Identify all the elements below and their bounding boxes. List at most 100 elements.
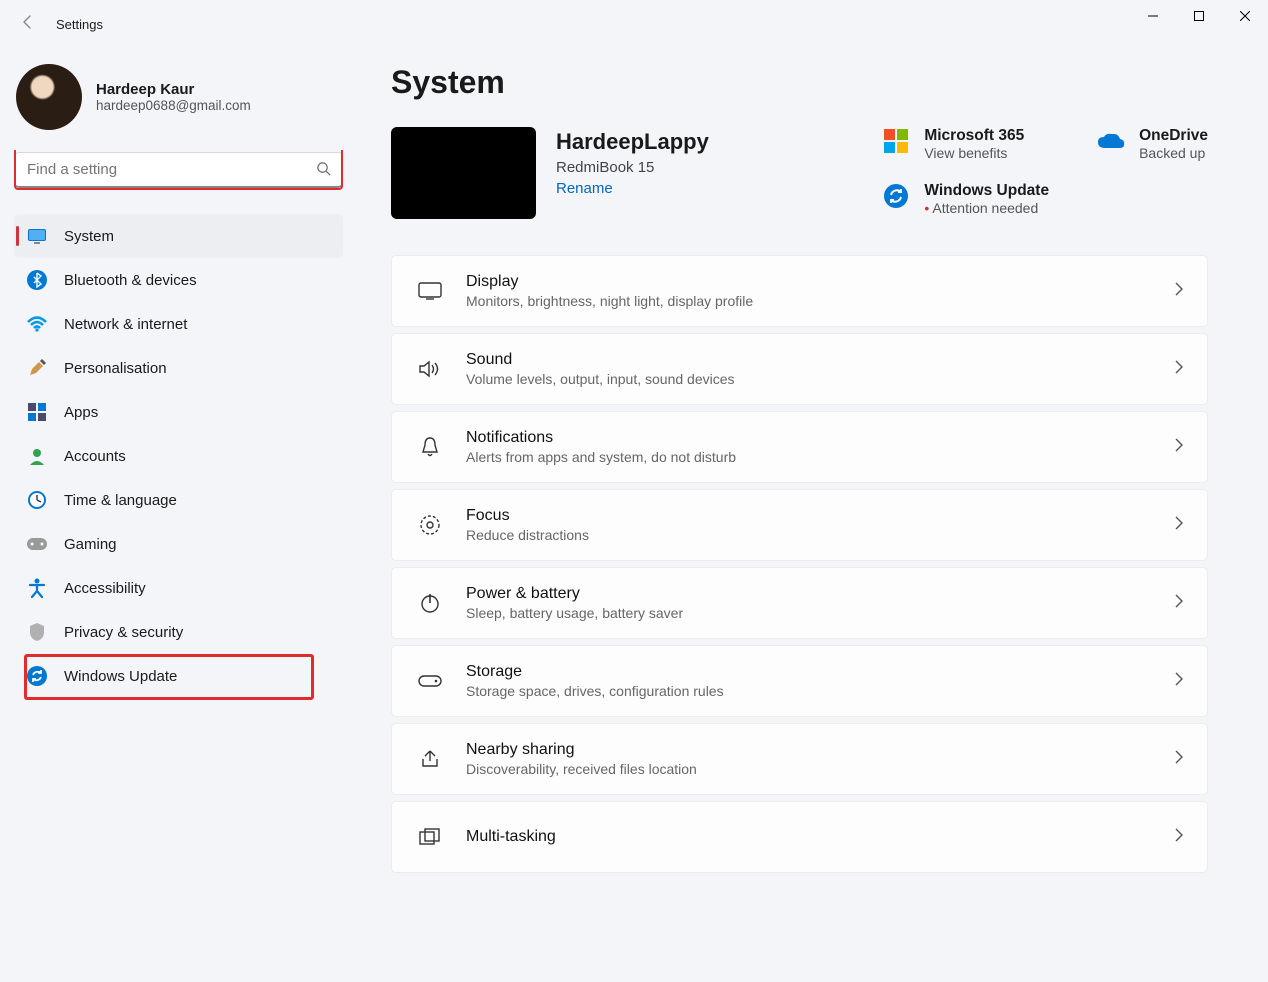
onedrive-icon xyxy=(1097,127,1125,155)
row-title: Focus xyxy=(466,507,1153,525)
sidebar-item-time[interactable]: Time & language xyxy=(14,478,343,522)
display-icon xyxy=(416,277,444,305)
sidebar-item-personalisation[interactable]: Personalisation xyxy=(14,346,343,390)
row-title: Sound xyxy=(466,351,1153,369)
chevron-right-icon xyxy=(1175,360,1183,379)
sidebar-item-apps[interactable]: Apps xyxy=(14,390,343,434)
sidebar-item-label: Privacy & security xyxy=(64,624,183,641)
status-sub: View benefits xyxy=(924,145,1024,161)
power-icon xyxy=(416,589,444,617)
row-sub: Storage space, drives, configuration rul… xyxy=(466,683,1153,699)
row-sub: Monitors, brightness, night light, displ… xyxy=(466,293,1153,309)
setting-focus[interactable]: Focus Reduce distractions xyxy=(391,489,1208,561)
chevron-right-icon xyxy=(1175,828,1183,847)
sound-icon xyxy=(416,355,444,383)
sidebar-item-accessibility[interactable]: Accessibility xyxy=(14,566,343,610)
microsoft-icon xyxy=(882,127,910,155)
system-icon xyxy=(26,225,48,247)
row-sub: Volume levels, output, input, sound devi… xyxy=(466,371,1153,387)
status-sub: Attention needed xyxy=(924,200,1049,216)
sidebar-item-bluetooth[interactable]: Bluetooth & devices xyxy=(14,258,343,302)
sidebar-item-label: Accessibility xyxy=(64,580,146,597)
sidebar-item-accounts[interactable]: Accounts xyxy=(14,434,343,478)
setting-sound[interactable]: Sound Volume levels, output, input, sound… xyxy=(391,333,1208,405)
row-title: Power & battery xyxy=(466,585,1153,603)
setting-notifications[interactable]: Notifications Alerts from apps and system… xyxy=(391,411,1208,483)
bell-icon xyxy=(416,433,444,461)
status-sub: Backed up xyxy=(1139,145,1208,161)
close-button[interactable] xyxy=(1222,0,1268,32)
main-content: System HardeepLappy RedmiBook 15 Rename … xyxy=(355,48,1268,982)
setting-multitasking[interactable]: Multi-tasking xyxy=(391,801,1208,873)
user-email: hardeep0688@gmail.com xyxy=(96,98,251,113)
row-sub: Alerts from apps and system, do not dist… xyxy=(466,449,1153,465)
paint-icon xyxy=(26,357,48,379)
sidebar: Hardeep Kaur hardeep0688@gmail.com Syste… xyxy=(0,48,355,982)
row-title: Notifications xyxy=(466,429,1153,447)
wifi-icon xyxy=(26,313,48,335)
rename-link[interactable]: Rename xyxy=(556,180,613,197)
storage-icon xyxy=(416,667,444,695)
apps-icon xyxy=(26,401,48,423)
row-sub: Sleep, battery usage, battery saver xyxy=(466,605,1153,621)
chevron-right-icon xyxy=(1175,516,1183,535)
status-microsoft365[interactable]: Microsoft 365 View benefits xyxy=(882,127,1049,164)
gaming-icon xyxy=(26,533,48,555)
search-input[interactable] xyxy=(14,152,343,188)
maximize-button[interactable] xyxy=(1176,0,1222,32)
page-title: System xyxy=(391,64,1208,101)
status-windows-update[interactable]: Windows Update Attention needed xyxy=(882,182,1049,219)
titlebar: Settings xyxy=(0,0,1268,48)
chevron-right-icon xyxy=(1175,282,1183,301)
row-title: Multi-tasking xyxy=(466,828,1153,846)
update-icon xyxy=(26,665,48,687)
status-title: Microsoft 365 xyxy=(924,127,1024,145)
sidebar-item-label: Gaming xyxy=(64,536,117,553)
user-card[interactable]: Hardeep Kaur hardeep0688@gmail.com xyxy=(14,64,343,130)
sidebar-item-windows-update[interactable]: Windows Update xyxy=(14,654,343,698)
setting-power[interactable]: Power & battery Sleep, battery usage, bat… xyxy=(391,567,1208,639)
sidebar-item-label: Windows Update xyxy=(64,668,177,685)
sidebar-item-label: Personalisation xyxy=(64,360,167,377)
window-controls xyxy=(1130,0,1268,32)
row-title: Storage xyxy=(466,663,1153,681)
bluetooth-icon xyxy=(26,269,48,291)
row-sub: Reduce distractions xyxy=(466,527,1153,543)
setting-display[interactable]: DisplayMonitors, brightness, night light… xyxy=(391,255,1208,327)
status-onedrive[interactable]: OneDrive Backed up xyxy=(1097,127,1208,164)
avatar xyxy=(16,64,82,130)
chevron-right-icon xyxy=(1175,672,1183,691)
setting-nearby-sharing[interactable]: Nearby sharing Discoverability, received … xyxy=(391,723,1208,795)
app-title: Settings xyxy=(56,17,103,32)
chevron-right-icon xyxy=(1175,750,1183,769)
sidebar-item-privacy[interactable]: Privacy & security xyxy=(14,610,343,654)
share-icon xyxy=(416,745,444,773)
device-model: RedmiBook 15 xyxy=(556,159,709,176)
minimize-button[interactable] xyxy=(1130,0,1176,32)
back-button[interactable] xyxy=(8,14,48,35)
accessibility-icon xyxy=(26,577,48,599)
clock-icon xyxy=(26,489,48,511)
row-sub: Discoverability, received files location xyxy=(466,761,1153,777)
sidebar-item-system[interactable]: System xyxy=(14,214,343,258)
user-name: Hardeep Kaur xyxy=(96,81,251,98)
chevron-right-icon xyxy=(1175,594,1183,613)
accounts-icon xyxy=(26,445,48,467)
device-thumbnail xyxy=(391,127,536,219)
multitask-icon xyxy=(416,823,444,851)
shield-icon xyxy=(26,621,48,643)
sidebar-item-label: Time & language xyxy=(64,492,177,509)
sidebar-item-gaming[interactable]: Gaming xyxy=(14,522,343,566)
device-name: HardeepLappy xyxy=(556,129,709,155)
sidebar-item-label: System xyxy=(64,228,114,245)
sidebar-item-label: Bluetooth & devices xyxy=(64,272,197,289)
setting-storage[interactable]: Storage Storage space, drives, configurat… xyxy=(391,645,1208,717)
sidebar-item-label: Accounts xyxy=(64,448,126,465)
status-title: Windows Update xyxy=(924,182,1049,200)
row-title: Nearby sharing xyxy=(466,741,1153,759)
search-icon xyxy=(316,161,331,179)
device-card: HardeepLappy RedmiBook 15 Rename xyxy=(391,127,709,219)
sidebar-item-network[interactable]: Network & internet xyxy=(14,302,343,346)
update-icon xyxy=(882,182,910,210)
status-title: OneDrive xyxy=(1139,127,1208,145)
